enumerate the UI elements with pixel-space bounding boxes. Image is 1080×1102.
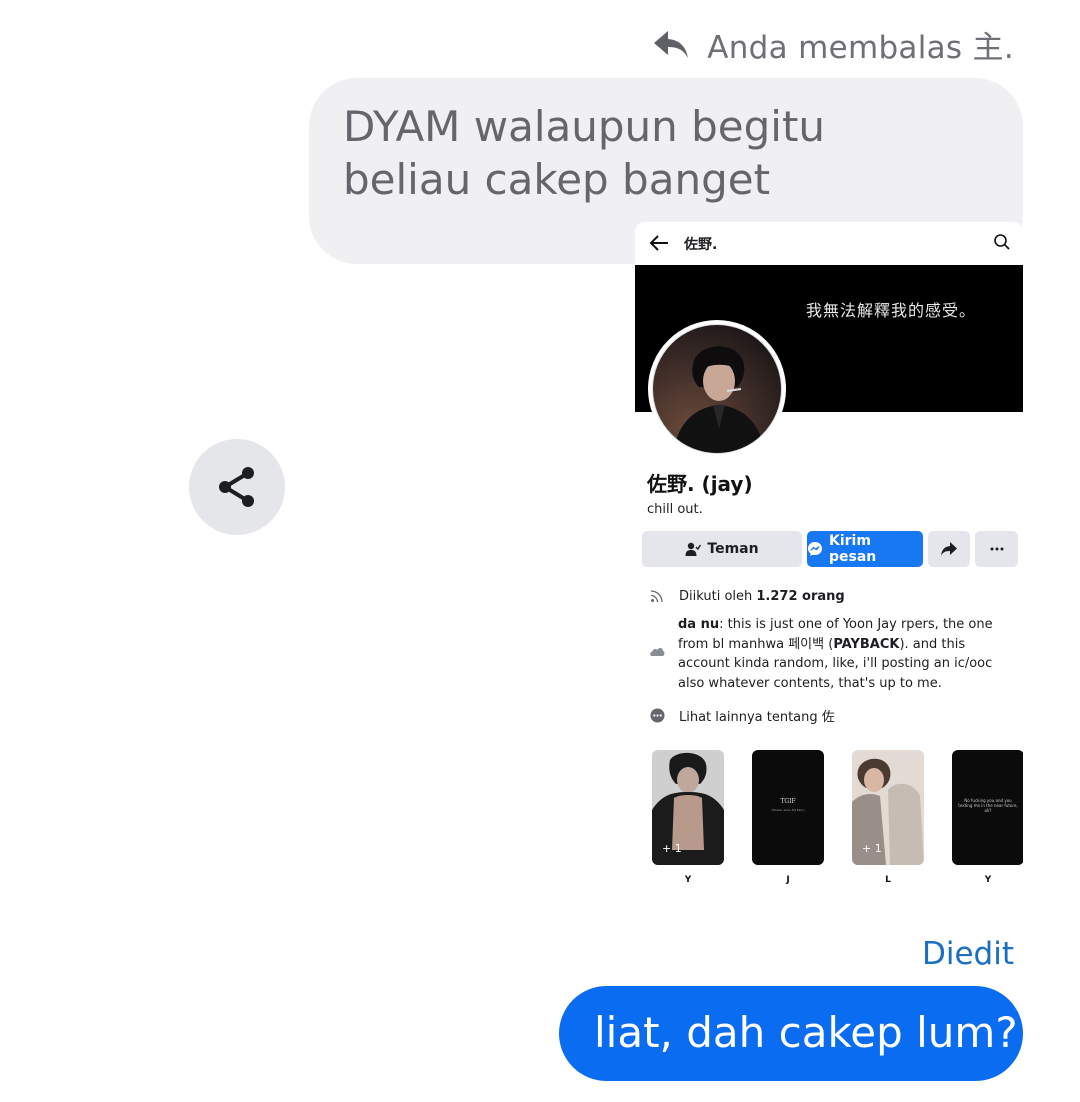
more-options-button[interactable] <box>975 531 1018 567</box>
friend-check-icon <box>685 542 702 556</box>
attached-profile-screenshot[interactable]: 佐野. 我無法解釋我的感受。 佐野. (jay) chill out. Tema… <box>635 222 1023 902</box>
featured-photo-1-count: + 1 <box>662 842 682 855</box>
send-message-button[interactable]: Kirim pesan <box>807 531 923 567</box>
ellipsis-icon <box>990 547 1003 551</box>
profile-actions: Teman Kirim pesan <box>642 531 1018 567</box>
about-author: da nu <box>678 617 720 632</box>
back-arrow-icon <box>649 235 668 251</box>
search-icon <box>994 234 1010 250</box>
featured-photo-3-count: + 1 <box>862 842 882 855</box>
profile-name: 佐野. (jay) <box>647 472 753 496</box>
cloud-icon <box>650 648 665 656</box>
reply-label: Anda membalas 主. <box>707 30 1014 66</box>
profile-bio: chill out. <box>647 502 703 517</box>
featured-photo-4-caption: No fucking you and you texting me in the… <box>958 798 1018 813</box>
followers-count: 1.272 orang <box>756 588 845 604</box>
reply-arrow-icon <box>651 25 691 65</box>
featured-photos: + 1 TGIF (Thank, God, It's Fan!) + 1 No … <box>635 750 1023 890</box>
about-text: da nu: this is just one of Yoon Jay rper… <box>678 615 1008 693</box>
see-more-row[interactable]: Lihat lainnya tentang 佐 <box>649 706 835 725</box>
incoming-message-text: DYAM walaupun begitu beliau cakep banget <box>343 102 826 204</box>
rss-icon <box>649 588 665 604</box>
featured-photo-1[interactable]: + 1 <box>652 750 724 865</box>
about-bold: PAYBACK <box>833 636 900 652</box>
see-more-label: Lihat lainnya tentang 佐 <box>679 710 835 725</box>
friends-button[interactable]: Teman <box>642 531 802 567</box>
featured-photo-3[interactable]: + 1 <box>852 750 924 865</box>
featured-photo-2[interactable]: TGIF (Thank, God, It's Fan!) <box>752 750 824 865</box>
featured-photo-2-sub: (Thank, God, It's Fan!) <box>771 808 805 812</box>
reply-indicator: Anda membalas 主. <box>651 22 1014 67</box>
featured-photo-2-label: J <box>786 875 790 885</box>
share-button[interactable] <box>189 439 285 535</box>
featured-photo-2-caption: TGIF <box>780 798 796 805</box>
send-message-button-label: Kirim pesan <box>828 533 877 565</box>
cover-text: 我無法解釋我的感受。 <box>806 301 977 320</box>
featured-photo-3-label: L <box>885 875 891 885</box>
outgoing-message-text: liat, dah cakep lum? <box>594 1008 1018 1057</box>
edited-label: Diedit <box>921 936 1014 972</box>
friends-button-label: Teman <box>707 541 759 557</box>
avatar <box>648 320 786 458</box>
screenshot-header-title: 佐野. <box>684 237 718 253</box>
followers-row: Diikuti oleh 1.272 orang <box>649 588 845 604</box>
forward-arrow-icon <box>941 542 957 556</box>
screenshot-header: 佐野. <box>635 222 1023 265</box>
featured-photo-4-label: Y <box>984 875 992 885</box>
messenger-icon <box>807 542 822 556</box>
featured-photo-4[interactable]: No fucking you and you texting me in the… <box>952 750 1023 865</box>
share-icon <box>219 467 254 507</box>
share-profile-button[interactable] <box>928 531 970 567</box>
followers-prefix: Diikuti oleh <box>679 588 757 604</box>
featured-photo-1-label: Y <box>684 875 692 885</box>
more-dots-icon <box>649 708 665 724</box>
